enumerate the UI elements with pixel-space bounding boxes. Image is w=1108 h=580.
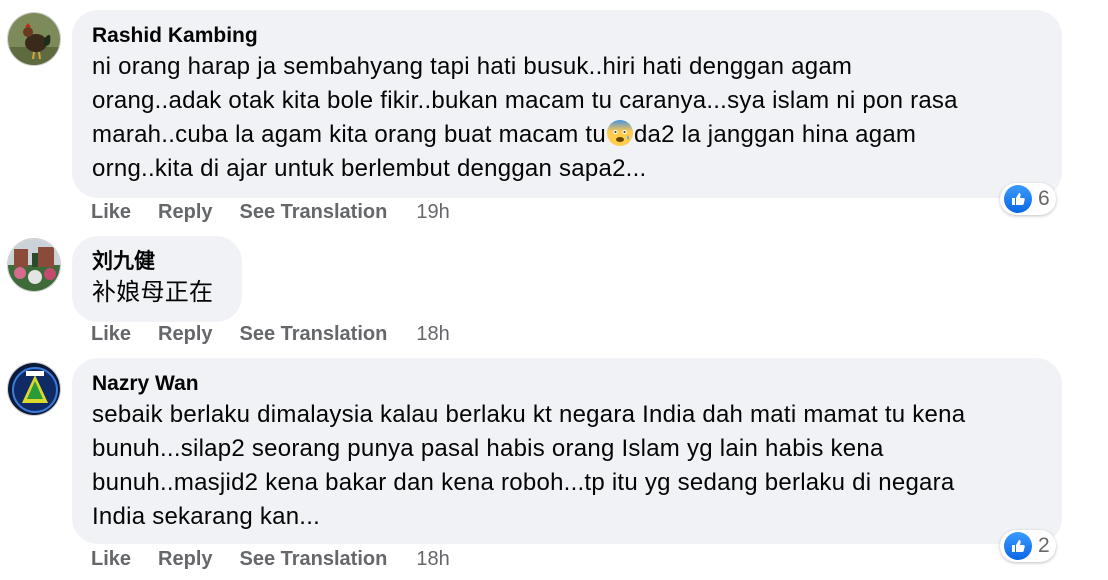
comment-bubble: Nazry Wan sebaik berlaku dimalaysia kala… [72,358,1062,544]
comment-timestamp[interactable]: 18h [416,323,449,346]
comment-bubble: 刘九健 补娘母正在 [72,236,242,322]
reply-button[interactable]: Reply [158,548,212,571]
comment-text: ni orang harap ja sembahyang tapi hati b… [92,50,1042,186]
see-translation-button[interactable]: See Translation [240,323,388,346]
comment-bubble: Rashid Kambing ni orang harap ja sembahy… [72,10,1062,198]
comment-author[interactable]: 刘九健 [92,248,222,276]
reaction-count: 6 [1038,187,1050,210]
comment-actions: Like Reply See Translation 18h [91,323,477,346]
like-reaction-icon [1004,532,1032,560]
comment-actions: Like Reply See Translation 19h [91,201,477,224]
comment-author[interactable]: Nazry Wan [92,370,1042,398]
reaction-summary[interactable]: 6 [1000,183,1056,215]
like-button[interactable]: Like [91,548,131,571]
comment-author[interactable]: Rashid Kambing [92,22,1042,50]
comment-actions: Like Reply See Translation 18h [91,548,477,571]
like-button[interactable]: Like [91,323,131,346]
reaction-summary[interactable]: 2 [1000,530,1056,562]
rooster-avatar-icon[interactable] [7,12,61,66]
reply-button[interactable]: Reply [158,323,212,346]
see-translation-button[interactable]: See Translation [240,201,388,224]
comment-text: 补娘母正在 [92,279,214,306]
see-translation-button[interactable]: See Translation [240,548,388,571]
anxious-face-emoji-icon [606,120,633,146]
like-button[interactable]: Like [91,201,131,224]
reply-button[interactable]: Reply [158,201,212,224]
like-reaction-icon [1004,185,1032,213]
comment-timestamp[interactable]: 19h [416,201,449,224]
comment-text: sebaik berlaku dimalaysia kalau berlaku … [92,401,966,530]
garden-avatar-icon[interactable] [7,238,61,292]
reaction-count: 2 [1038,534,1050,557]
emblem-avatar-icon[interactable] [7,362,61,416]
comment-timestamp[interactable]: 18h [416,548,449,571]
